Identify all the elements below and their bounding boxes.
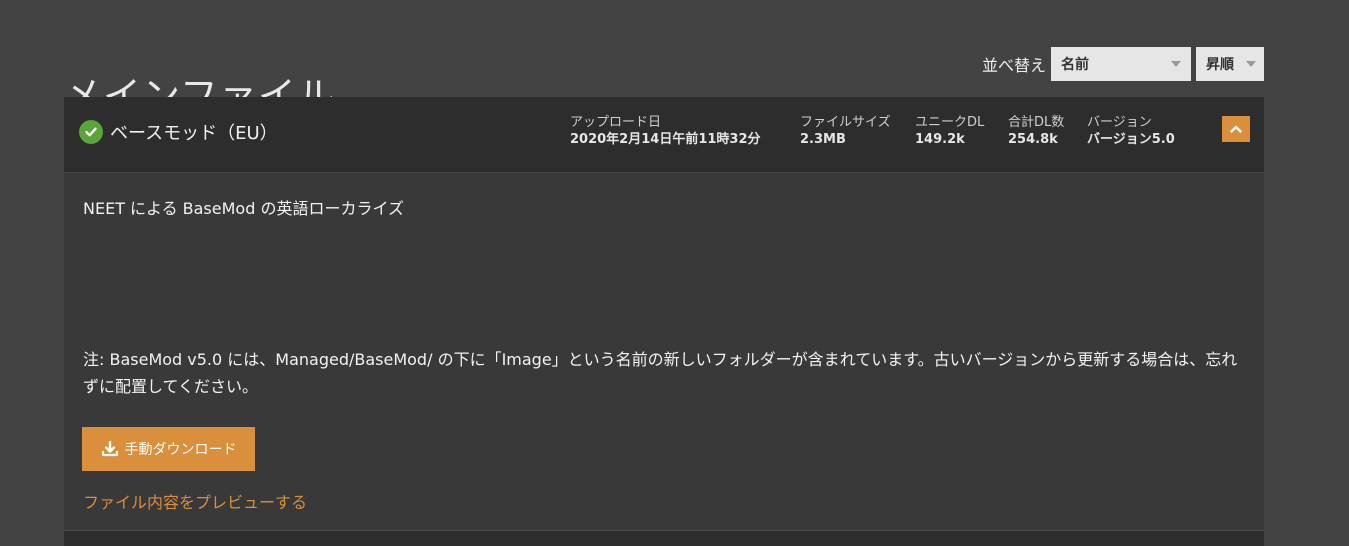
- check-circle-icon: [79, 120, 103, 144]
- collapse-button[interactable]: [1222, 116, 1250, 142]
- unique-dl-label: ユニークDL: [915, 115, 985, 130]
- manual-download-label: 手動ダウンロード: [124, 442, 237, 458]
- file-size-label: ファイルサイズ: [800, 115, 891, 130]
- sort-order-select[interactable]: 昇順: [1196, 47, 1264, 81]
- sort-order-value: 昇順: [1206, 57, 1234, 73]
- chevron-down-icon: [1246, 61, 1256, 67]
- total-dl-label: 合計DL数: [1008, 115, 1065, 130]
- upload-date-value: 2020年2月14日午前11時32分: [570, 132, 761, 147]
- version-stat: バージョン バージョン5.0: [1087, 114, 1175, 148]
- file-header[interactable]: ベースモッド（EU） アップロード日 2020年2月14日午前11時32分 ファ…: [64, 97, 1264, 173]
- upload-date-stat: アップロード日 2020年2月14日午前11時32分: [570, 114, 761, 148]
- manual-download-button[interactable]: 手動ダウンロード: [82, 427, 255, 471]
- file-size-stat: ファイルサイズ 2.3MB: [800, 114, 891, 148]
- version-label: バージョン: [1087, 115, 1152, 130]
- sort-label: 並べ替え: [981, 56, 1046, 75]
- file-description: NEET による BaseMod の英語ローカライズ: [83, 199, 404, 218]
- file-name: ベースモッド（EU）: [110, 123, 278, 144]
- upload-date-label: アップロード日: [570, 115, 662, 130]
- sort-by-value: 名前: [1061, 57, 1089, 73]
- file-note: 注: BaseMod v5.0 には、Managed/BaseMod/ の下に「…: [83, 350, 1238, 396]
- unique-dl-stat: ユニークDL 149.2k: [915, 114, 984, 148]
- file-size-value: 2.3MB: [800, 132, 846, 147]
- version-value: バージョン5.0: [1087, 132, 1175, 147]
- next-file-header[interactable]: [64, 531, 1264, 546]
- preview-file-contents-link[interactable]: ファイル内容をプレビューする: [83, 489, 307, 513]
- total-dl-value: 254.8k: [1008, 132, 1058, 147]
- total-dl-stat: 合計DL数 254.8k: [1008, 114, 1064, 148]
- sort-bar: 並べ替え 名前 昇順: [982, 47, 1264, 81]
- chevron-up-icon: [1230, 125, 1242, 133]
- file-card: ベースモッド（EU） アップロード日 2020年2月14日午前11時32分 ファ…: [64, 97, 1264, 546]
- download-icon: [101, 441, 118, 457]
- unique-dl-value: 149.2k: [915, 132, 965, 147]
- chevron-down-icon: [1171, 61, 1181, 67]
- sort-by-select[interactable]: 名前: [1051, 47, 1191, 81]
